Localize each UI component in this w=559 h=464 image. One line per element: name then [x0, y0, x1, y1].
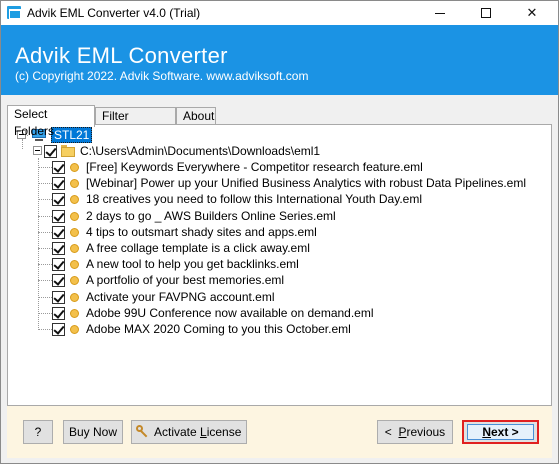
file-row[interactable]: Adobe 99U Conference now available on de…	[52, 305, 374, 321]
title-bar: Advik EML Converter v4.0 (Trial) ✕	[1, 1, 558, 25]
file-label: [Free] Keywords Everywhere - Competitor …	[86, 160, 423, 174]
file-checkbox[interactable]	[52, 257, 65, 271]
buy-now-button[interactable]: Buy Now	[63, 420, 123, 444]
file-label: Adobe MAX 2020 Coming to you this Octobe…	[86, 322, 351, 336]
email-file-icon	[68, 192, 82, 206]
file-label: A free collage template is a click away.…	[86, 241, 310, 255]
activate-label-underlined: L	[200, 425, 207, 439]
app-window: Advik EML Converter v4.0 (Trial) ✕ Advik…	[0, 0, 559, 464]
tab-select-folders[interactable]: Select Folders	[7, 105, 95, 138]
file-row[interactable]: 2 days to go _ AWS Builders Online Serie…	[52, 208, 336, 224]
file-checkbox[interactable]	[52, 176, 65, 190]
previous-button[interactable]: < Previous	[377, 420, 453, 444]
next-label-underlined: N	[482, 425, 491, 439]
file-checkbox[interactable]	[52, 290, 65, 304]
tree-root-label: STL21	[51, 127, 93, 143]
folder-panel: STL21 C:\Users\Admin\Documents\Downloads…	[7, 124, 552, 406]
key-icon	[136, 425, 150, 439]
app-title: Advik EML Converter	[15, 43, 228, 68]
previous-label-rest: revious	[406, 425, 446, 439]
maximize-icon	[481, 8, 491, 18]
footer-bar: ? Buy Now Activate License < Previous Ne…	[7, 406, 552, 458]
next-button[interactable]: Next >	[462, 420, 539, 444]
collapse-folder-icon[interactable]	[33, 146, 42, 155]
tree-folder[interactable]: C:\Users\Admin\Documents\Downloads\eml1	[44, 143, 320, 159]
help-button[interactable]: ?	[23, 420, 53, 444]
file-row[interactable]: 4 tips to outsmart shady sites and apps.…	[52, 224, 317, 240]
file-row[interactable]: Activate your FAVPNG account.eml	[52, 289, 275, 305]
next-label-rest: ext >	[490, 425, 519, 439]
file-row[interactable]: A portfolio of your best memories.eml	[52, 272, 284, 288]
minimize-icon	[435, 12, 445, 14]
header-banner: Advik EML Converter (c) Copyright 2022. …	[1, 25, 558, 95]
email-file-icon	[68, 290, 82, 304]
email-file-icon	[68, 225, 82, 239]
close-icon: ✕	[526, 5, 538, 21]
close-button[interactable]: ✕	[509, 1, 555, 25]
activate-label-suffix: icense	[206, 425, 242, 439]
tree-folder-label: C:\Users\Admin\Documents\Downloads\eml1	[80, 144, 321, 158]
file-row[interactable]: A free collage template is a click away.…	[52, 240, 310, 256]
file-row[interactable]: 18 creatives you need to follow this Int…	[52, 191, 422, 207]
email-file-icon	[68, 160, 82, 174]
email-file-icon	[68, 306, 82, 320]
window-title: Advik EML Converter v4.0 (Trial)	[27, 6, 201, 20]
file-checkbox[interactable]	[52, 241, 65, 255]
file-checkbox[interactable]	[52, 192, 65, 206]
file-row[interactable]: A new tool to help you get backlinks.eml	[52, 256, 299, 272]
file-checkbox[interactable]	[52, 160, 65, 174]
email-file-icon	[68, 209, 82, 223]
email-file-icon	[68, 241, 82, 255]
file-label: Adobe 99U Conference now available on de…	[86, 306, 374, 320]
email-file-icon	[68, 273, 82, 287]
file-checkbox[interactable]	[52, 322, 65, 336]
email-file-icon	[68, 322, 82, 336]
file-label: A new tool to help you get backlinks.eml	[86, 257, 299, 271]
activate-label-prefix: Activate	[154, 425, 201, 439]
file-label: 18 creatives you need to follow this Int…	[86, 192, 422, 206]
file-label: 4 tips to outsmart shady sites and apps.…	[86, 225, 317, 239]
file-checkbox[interactable]	[52, 273, 65, 287]
file-checkbox[interactable]	[52, 225, 65, 239]
folder-tree: STL21 C:\Users\Admin\Documents\Downloads…	[8, 125, 551, 405]
file-row[interactable]: [Free] Keywords Everywhere - Competitor …	[52, 159, 423, 175]
email-file-icon	[68, 257, 82, 271]
file-row[interactable]: [Webinar] Power up your Unified Business…	[52, 175, 526, 191]
maximize-button[interactable]	[463, 1, 509, 25]
next-button-face: Next >	[467, 424, 534, 440]
file-label: Activate your FAVPNG account.eml	[86, 290, 275, 304]
minimize-button[interactable]	[417, 1, 463, 25]
file-checkbox[interactable]	[52, 306, 65, 320]
file-label: [Webinar] Power up your Unified Business…	[86, 176, 526, 190]
previous-label-underlined: P	[398, 425, 407, 439]
folder-icon	[60, 145, 76, 157]
previous-arrow: <	[384, 425, 392, 439]
file-label: 2 days to go _ AWS Builders Online Serie…	[86, 209, 336, 223]
app-icon	[7, 6, 21, 19]
folder-checkbox[interactable]	[44, 144, 57, 158]
email-file-icon	[68, 176, 82, 190]
file-checkbox[interactable]	[52, 209, 65, 223]
file-row[interactable]: Adobe MAX 2020 Coming to you this Octobe…	[52, 321, 351, 337]
file-label: A portfolio of your best memories.eml	[86, 273, 285, 287]
activate-license-button[interactable]: Activate License	[131, 420, 247, 444]
copyright-text: (c) Copyright 2022. Advik Software. www.…	[15, 69, 309, 83]
